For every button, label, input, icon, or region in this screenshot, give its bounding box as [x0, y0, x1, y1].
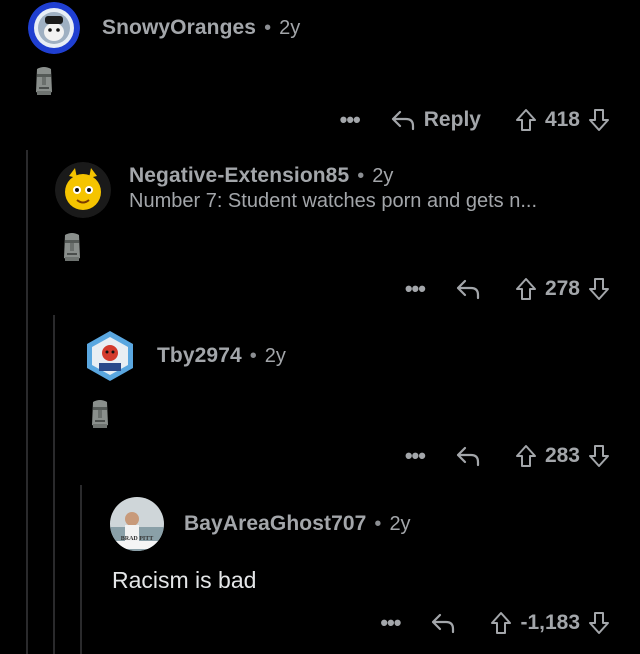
reply-label: Reply — [423, 108, 481, 131]
avatar-caption: BRAD PITT — [120, 536, 154, 542]
parent-snippet[interactable]: Number 7: Student watches porn and gets … — [129, 190, 537, 213]
upvote-button[interactable] — [515, 108, 537, 132]
vote-score: 283 — [544, 444, 580, 467]
upvote-button[interactable] — [515, 444, 537, 468]
upvote-button[interactable] — [490, 611, 512, 635]
reply-icon — [391, 110, 414, 131]
comment-actions: ••• Reply 418 — [340, 108, 610, 132]
upvote-icon — [515, 109, 536, 131]
avatar[interactable] — [28, 2, 80, 54]
username[interactable]: BayAreaGhost707 — [184, 512, 366, 535]
downvote-icon — [589, 612, 609, 634]
downvote-button[interactable] — [588, 444, 610, 468]
comment-actions: ••• 283 — [405, 444, 610, 468]
moai-emoji — [32, 66, 56, 96]
vote-score: 418 — [544, 108, 580, 131]
comment-actions: ••• -1,183 — [380, 611, 610, 635]
comment-header: BRAD PITT BayAreaGhost707 • 2y — [110, 497, 411, 551]
avatar[interactable] — [55, 162, 111, 218]
comment-header: Negative-Extension85 • 2y Number 7: Studen… — [55, 162, 537, 218]
reply-icon — [456, 446, 480, 467]
comment-meta: Negative-Extension85 • 2y Number 7: Studen… — [129, 164, 537, 213]
vote-score: 278 — [544, 277, 580, 300]
comment: BRAD PITT BayAreaGhost707 • 2y Racism is b… — [0, 485, 640, 654]
upvote-icon — [515, 278, 536, 300]
username[interactable]: SnowyOranges — [102, 16, 256, 39]
comment-header: SnowyOranges • 2y — [28, 2, 300, 54]
more-options-icon[interactable]: ••• — [405, 445, 426, 467]
separator-dot: • — [374, 513, 382, 535]
downvote-icon — [589, 445, 609, 467]
upvote-icon — [491, 612, 512, 634]
separator-dot: • — [249, 345, 257, 367]
comment-header: Tby2974 • 2y — [83, 329, 286, 383]
comment-meta: Tby2974 • 2y — [157, 344, 286, 368]
avatar[interactable] — [83, 329, 137, 383]
separator-dot: • — [264, 17, 272, 39]
reply-button[interactable] — [430, 612, 456, 634]
upvote-icon — [515, 445, 536, 467]
reply-icon — [432, 613, 455, 634]
downvote-icon — [589, 278, 609, 300]
reply-button[interactable]: Reply — [390, 108, 481, 132]
reply-button[interactable] — [455, 445, 481, 467]
comment: Negative-Extension85 • 2y Number 7: Studen… — [0, 150, 640, 315]
comment-age: 2y — [264, 345, 286, 367]
comment-age: 2y — [389, 513, 411, 535]
comment-age: 2y — [279, 17, 301, 39]
reply-icon — [456, 279, 480, 300]
downvote-button[interactable] — [588, 108, 610, 132]
moai-emoji — [60, 232, 84, 262]
comment: SnowyOranges • 2y ••• Reply 418 — [0, 0, 640, 150]
username[interactable]: Negative-Extension85 — [129, 164, 349, 187]
separator-dot: • — [357, 165, 365, 187]
comment-meta: SnowyOranges • 2y — [102, 16, 300, 40]
upvote-button[interactable] — [515, 277, 537, 301]
more-options-icon[interactable]: ••• — [340, 109, 361, 131]
downvote-button[interactable] — [588, 611, 610, 635]
comment-body: Racism is bad — [112, 567, 257, 593]
username[interactable]: Tby2974 — [157, 344, 242, 367]
downvote-button[interactable] — [588, 277, 610, 301]
more-options-icon[interactable]: ••• — [380, 612, 401, 634]
moai-emoji — [88, 399, 112, 429]
downvote-icon — [589, 109, 609, 131]
vote-score: -1,183 — [520, 611, 580, 634]
comment-age: 2y — [372, 165, 394, 187]
avatar[interactable]: BRAD PITT — [110, 497, 164, 551]
reply-button[interactable] — [455, 278, 481, 300]
comment-meta: BayAreaGhost707 • 2y — [184, 512, 411, 536]
comment-actions: ••• 278 — [405, 277, 610, 301]
more-options-icon[interactable]: ••• — [405, 278, 426, 300]
comment: Tby2974 • 2y ••• 283 — [0, 315, 640, 485]
